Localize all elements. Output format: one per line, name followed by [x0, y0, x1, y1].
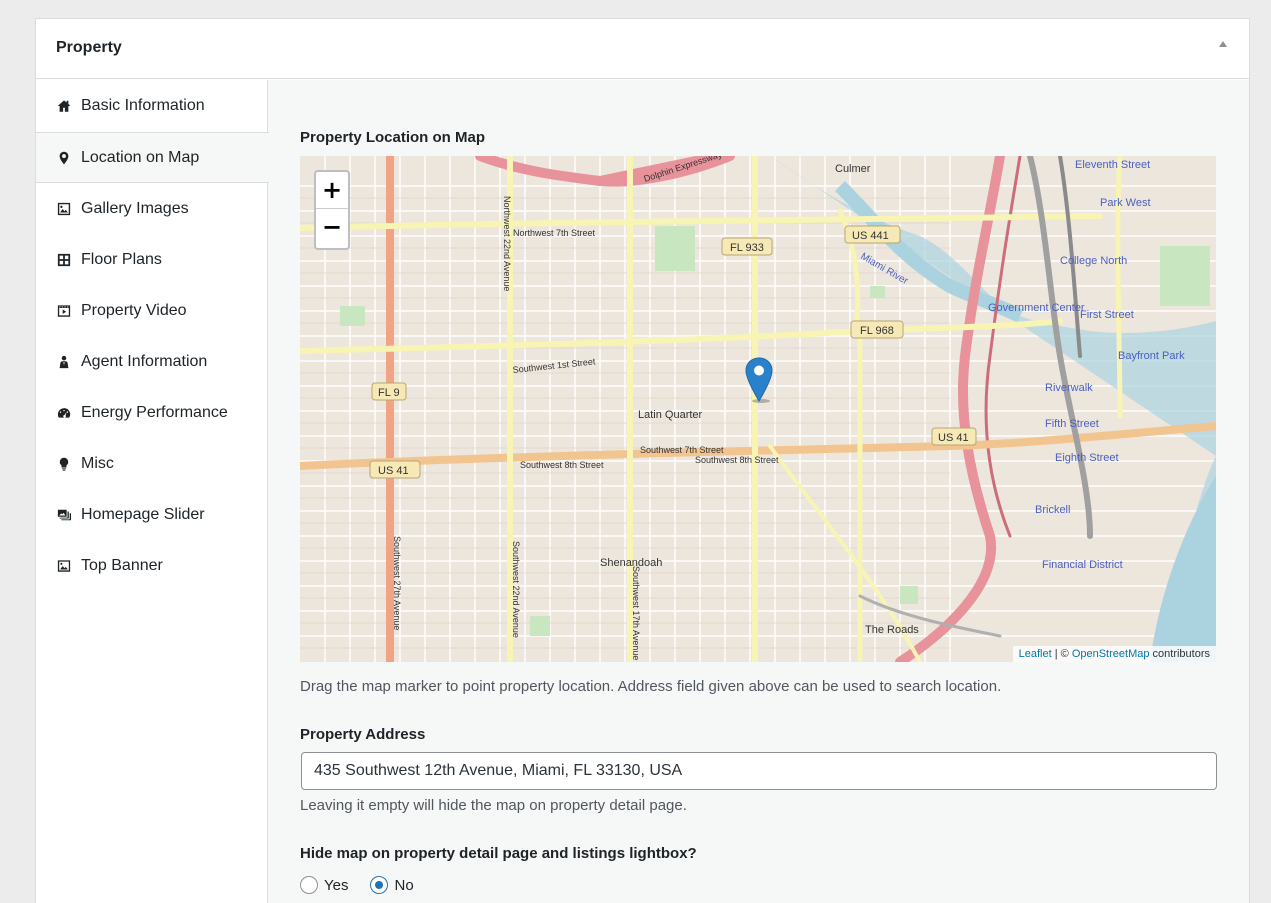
hide-map-label: Hide map on property detail page and lis… [300, 845, 697, 862]
agent-icon [56, 354, 72, 370]
zoom-in-button[interactable]: + [316, 172, 348, 209]
tab-gallery-images[interactable]: Gallery Images [36, 183, 267, 234]
tab-top-banner[interactable]: Top Banner [36, 540, 267, 591]
slider-icon [56, 507, 72, 523]
map-label-eleventh: Eleventh Street [1075, 159, 1150, 171]
tab-label: Misc [81, 454, 114, 472]
shield-fl933: FL 933 [730, 242, 764, 254]
collapse-arrow-icon[interactable] [1219, 41, 1227, 47]
tab-homepage-slider[interactable]: Homepage Slider [36, 489, 267, 540]
property-metabox: Property Basic Information Location on M… [35, 18, 1250, 903]
map-label-park-west: Park West [1100, 197, 1151, 209]
openstreetmap-link[interactable]: OpenStreetMap [1072, 648, 1150, 660]
map-label-sw22: Southwest 22nd Avenue [511, 541, 521, 638]
lightbulb-icon [56, 456, 72, 472]
map-attribution: Leaflet | © OpenStreetMap contributors [1012, 646, 1216, 662]
property-address-input[interactable] [301, 752, 1217, 790]
tab-label: Energy Performance [81, 403, 228, 421]
address-label: Property Address [300, 726, 426, 743]
map-label-riverwalk: Riverwalk [1045, 382, 1093, 394]
hide-map-yes-label[interactable]: Yes [324, 877, 348, 894]
map-label-brickell: Brickell [1035, 504, 1070, 516]
hide-map-no-radio[interactable] [370, 876, 389, 894]
map-label-culmer: Culmer [835, 163, 871, 175]
map-marker-icon[interactable] [744, 357, 774, 403]
map-label-latin-quarter: Latin Quarter [638, 409, 703, 421]
banner-image-icon [56, 558, 72, 574]
zoom-out-button[interactable]: − [316, 209, 348, 246]
map-label-sw8a: Southwest 8th Street [520, 460, 604, 470]
tab-label: Gallery Images [81, 199, 189, 217]
map-label-sw8b: Southwest 8th Street [695, 455, 779, 465]
tab-energy-performance[interactable]: Energy Performance [36, 387, 267, 438]
metabox-title: Property [56, 39, 122, 56]
map-label-first-street: First Street [1080, 309, 1134, 321]
shield-us441: US 441 [852, 230, 889, 242]
home-icon [56, 98, 72, 114]
section-title: Property Location on Map [300, 129, 486, 146]
shield-fl968: FL 968 [860, 325, 894, 337]
map-label-sw17: Southwest 17th Avenue [631, 566, 641, 660]
tab-location-on-map[interactable]: Location on Map [36, 132, 269, 183]
gallery-icon [56, 201, 72, 217]
metabox-header[interactable]: Property [36, 19, 1249, 79]
tab-agent-information[interactable]: Agent Information [36, 336, 267, 387]
shield-us41b: US 41 [938, 432, 969, 444]
map-label-bayfront: Bayfront Park [1118, 350, 1185, 362]
tab-label: Agent Information [81, 352, 208, 370]
shield-fl9: FL 9 [378, 387, 400, 399]
tab-label: Location on Map [81, 148, 200, 166]
shield-us41a: US 41 [378, 465, 409, 477]
map-label-college: College North [1060, 255, 1127, 267]
map-label-sw27: Southwest 27th Avenue [392, 536, 402, 630]
tab-panel-location: Property Location on Map Culmer Eleventh… [268, 80, 1249, 903]
map-label-nw7: Northwest 7th Street [513, 228, 596, 238]
attribution-contributors: contributors [1149, 648, 1210, 660]
tab-floor-plans[interactable]: Floor Plans [36, 234, 267, 285]
tab-label: Property Video [81, 301, 187, 319]
tab-basic-information[interactable]: Basic Information [36, 80, 267, 131]
map-label-eighth-street: Eighth Street [1055, 452, 1119, 464]
tab-label: Top Banner [81, 556, 163, 574]
dashboard-icon [56, 405, 72, 421]
tab-label: Basic Information [81, 96, 205, 114]
tab-list: Basic Information Location on Map Galler… [36, 80, 269, 903]
tab-property-video[interactable]: Property Video [36, 285, 267, 336]
map-label-financial: Financial District [1042, 559, 1123, 571]
map-label-sw7: Southwest 7th Street [640, 445, 724, 455]
attribution-separator: | © [1051, 648, 1072, 660]
map-label-nw22: Northwest 22nd Avenue [502, 196, 512, 291]
map-help-text: Drag the map marker to point property lo… [300, 678, 1002, 695]
location-pin-icon [56, 150, 72, 166]
hide-map-yes-radio[interactable] [300, 876, 318, 894]
property-map[interactable]: Culmer Eleventh Street Park West College… [300, 156, 1216, 662]
video-icon [56, 303, 72, 319]
hide-map-radio-group: Yes No [300, 876, 436, 894]
address-help-text: Leaving it empty will hide the map on pr… [300, 797, 687, 814]
tab-label: Homepage Slider [81, 505, 205, 523]
map-label-the-roads: The Roads [865, 624, 919, 636]
leaflet-link[interactable]: Leaflet [1019, 648, 1052, 660]
map-label-government: Government Center [988, 302, 1085, 314]
map-label-fifth-street: Fifth Street [1045, 418, 1099, 430]
zoom-control: + − [314, 170, 350, 250]
tab-label: Floor Plans [81, 250, 162, 268]
hide-map-no-label[interactable]: No [394, 877, 413, 894]
map-tiles[interactable]: Culmer Eleventh Street Park West College… [300, 156, 1216, 662]
floor-plan-icon [56, 252, 72, 268]
tab-misc[interactable]: Misc [36, 438, 267, 489]
